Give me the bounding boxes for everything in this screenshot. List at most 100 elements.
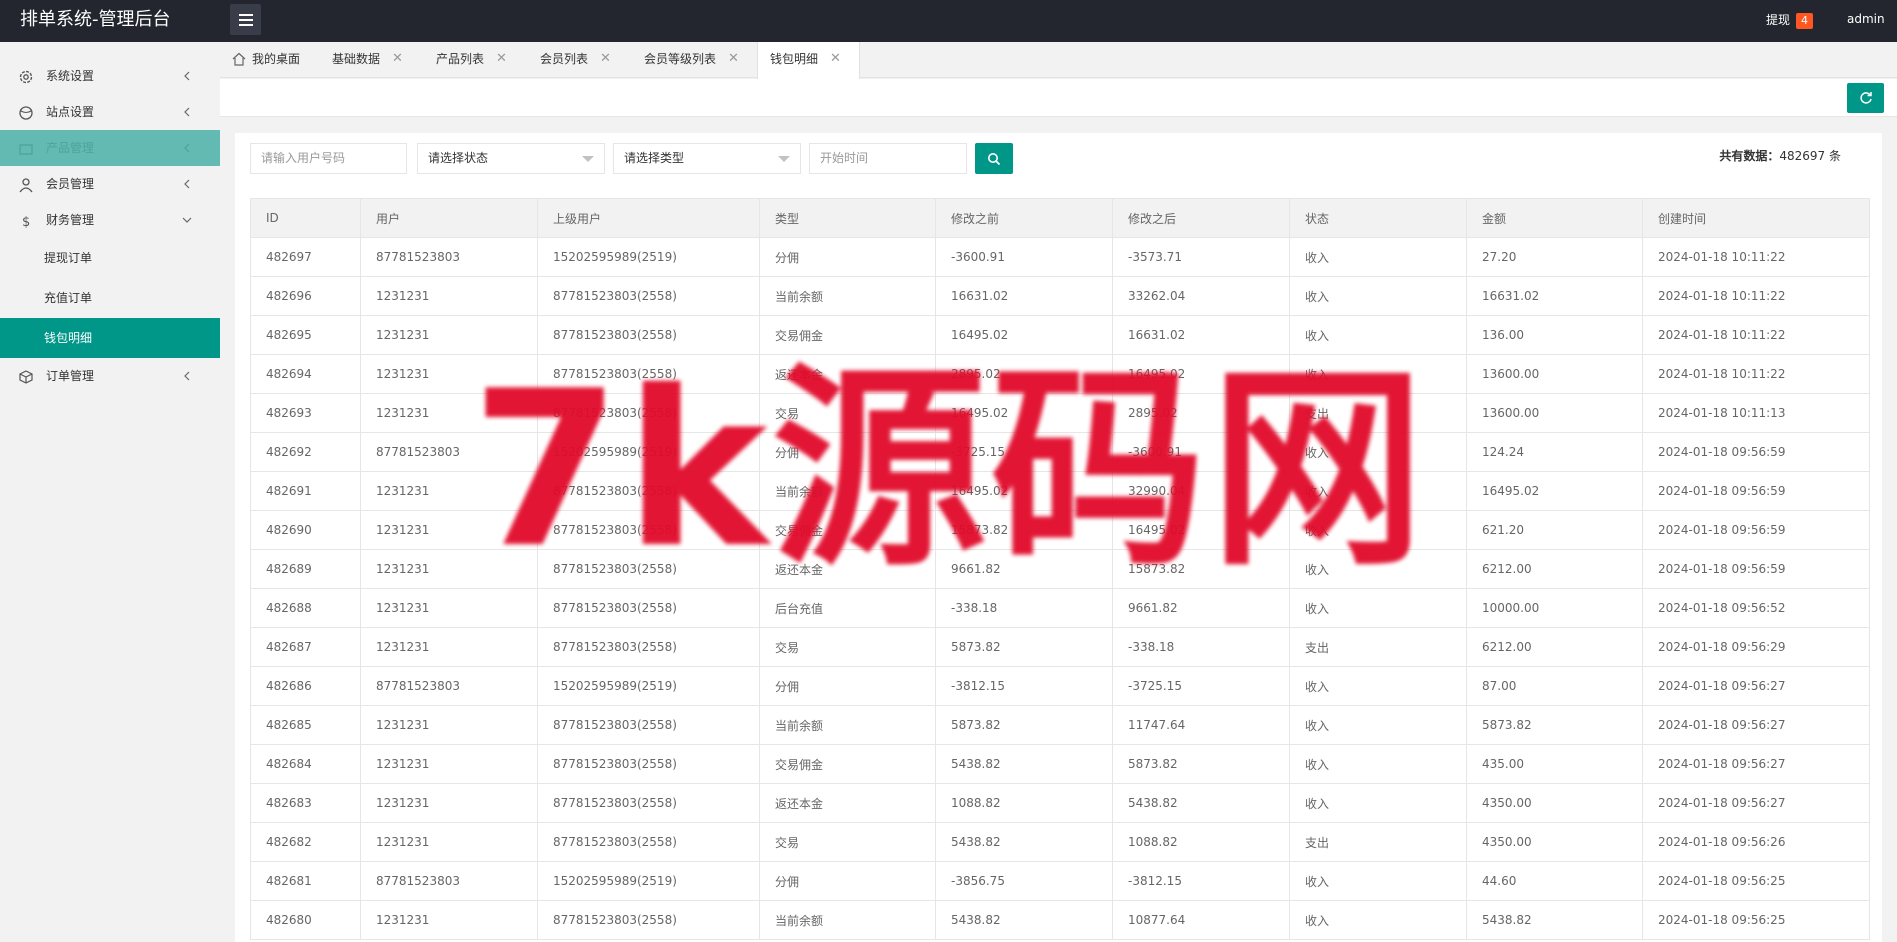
table-row[interactable]: 482682 1231231 87781523803(2558) 交易 5438.82 1… <box>250 822 1870 862</box>
sidebar-subitem-wallet-details[interactable]: 钱包明细 <box>0 318 220 358</box>
table-row[interactable]: 482687 1231231 87781523803(2558) 交易 5873.82-… <box>250 627 1870 667</box>
refresh-icon <box>1859 92 1872 104</box>
table-cell: 87781523803(2558) <box>537 588 760 628</box>
table-cell: 2895.02 <box>935 354 1113 394</box>
table-row[interactable]: 482680 1231231 87781523803(2558) 当前余额 5438.8… <box>250 900 1870 940</box>
column-header: 上级用户 <box>537 198 760 238</box>
table-row[interactable]: 482681 87781523803 15202595989(2519) 分佣 -385… <box>250 861 1870 901</box>
column-header: ID <box>250 198 361 238</box>
table-cell: 4350.00 <box>1466 783 1643 823</box>
tab-basic-data[interactable]: 基础数据 ✕ <box>320 42 424 78</box>
table-cell: 11747.64 <box>1112 705 1290 745</box>
column-header: 修改之后 <box>1112 198 1290 238</box>
close-icon[interactable]: ✕ <box>496 42 507 76</box>
withdraw-notice[interactable]: 提现 4 <box>1766 0 1814 40</box>
chevron-down-icon <box>182 217 192 223</box>
table-cell: 交易 <box>759 393 936 433</box>
table-cell: 87781523803(2558) <box>537 549 760 589</box>
table-row[interactable]: 482691 1231231 87781523803(2558) 当前余额 16495.… <box>250 471 1870 511</box>
table-row[interactable]: 482688 1231231 87781523803(2558) 后台充值 -338.1… <box>250 588 1870 628</box>
close-icon[interactable]: ✕ <box>728 42 739 76</box>
user-menu[interactable]: admin <box>1847 0 1897 60</box>
table-cell: 87781523803(2558) <box>537 510 760 550</box>
table-cell: 1231231 <box>360 744 538 784</box>
table-cell: 1231231 <box>360 900 538 940</box>
sidebar-item-product-management[interactable]: 产品管理 <box>0 130 220 166</box>
caret-down-icon <box>582 156 594 162</box>
column-header: 用户 <box>360 198 538 238</box>
withdraw-count-badge: 4 <box>1796 13 1814 29</box>
table-cell: 482695 <box>250 315 361 355</box>
table-row[interactable]: 482697 87781523803 15202595989(2519) 分佣 -360… <box>250 237 1870 277</box>
tab-member-level-list[interactable]: 会员等级列表 ✕ <box>632 42 760 78</box>
sidebar-item-system-settings[interactable]: 系统设置 <box>0 58 220 94</box>
table-row[interactable]: 482692 87781523803 15202595989(2519) 分佣 -372… <box>250 432 1870 472</box>
table-cell: 收入 <box>1289 510 1467 550</box>
table-cell: 收入 <box>1289 588 1467 628</box>
sidebar-item-site-settings[interactable]: 站点设置 <box>0 94 220 130</box>
table-cell: 2024-01-18 10:11:22 <box>1642 315 1870 355</box>
sidebar-subitem-recharge-orders[interactable]: 充值订单 <box>0 278 220 318</box>
table-row[interactable]: 482690 1231231 87781523803(2558) 交易佣金 15873.… <box>250 510 1870 550</box>
menu-toggle-button[interactable] <box>230 4 261 35</box>
table-cell: 16495.02 <box>1466 471 1643 511</box>
table-cell: 482694 <box>250 354 361 394</box>
tab-product-list[interactable]: 产品列表 ✕ <box>424 42 528 78</box>
table-cell: -3600.91 <box>1112 432 1290 472</box>
table-cell: 1231231 <box>360 588 538 628</box>
table-cell: 16495.02 <box>1112 354 1290 394</box>
type-select[interactable]: 请选择类型 <box>613 143 801 174</box>
table-row[interactable]: 482696 1231231 87781523803(2558) 当前余额 16631.… <box>250 276 1870 316</box>
sidebar-item-finance-management[interactable]: $ 财务管理 <box>0 202 220 238</box>
table-cell: 2024-01-18 09:56:59 <box>1642 471 1870 511</box>
table-cell: 16495.02 <box>935 471 1113 511</box>
user-number-input[interactable]: 请输入用户号码 <box>250 143 407 174</box>
table-row[interactable]: 482693 1231231 87781523803(2558) 交易 16495.02… <box>250 393 1870 433</box>
table-cell: 10000.00 <box>1466 588 1643 628</box>
table-cell: 15873.82 <box>935 510 1113 550</box>
table-cell: 2024-01-18 09:56:26 <box>1642 822 1870 862</box>
table-cell: 5873.82 <box>1466 705 1643 745</box>
table-cell: 1231231 <box>360 393 538 433</box>
sidebar-item-member-management[interactable]: 会员管理 <box>0 166 220 202</box>
table-row[interactable]: 482686 87781523803 15202595989(2519) 分佣 -381… <box>250 666 1870 706</box>
table-cell: 13600.00 <box>1466 393 1643 433</box>
table-cell: 15202595989(2519) <box>537 432 760 472</box>
table-cell: 6212.00 <box>1466 627 1643 667</box>
table-cell: -3573.71 <box>1112 237 1290 277</box>
table-cell: -3725.15 <box>1112 666 1290 706</box>
table-row[interactable]: 482684 1231231 87781523803(2558) 交易佣金 5438.8… <box>250 744 1870 784</box>
table-cell: 收入 <box>1289 237 1467 277</box>
tab-wallet-details[interactable]: 钱包明细 ✕ <box>757 42 860 79</box>
table-cell: 9661.82 <box>1112 588 1290 628</box>
table-cell: 返还本金 <box>759 354 936 394</box>
table-cell: 收入 <box>1289 432 1467 472</box>
sidebar-subitem-withdraw-orders[interactable]: 提现订单 <box>0 238 220 278</box>
table-cell: 16495.02 <box>935 393 1113 433</box>
table-cell: 5873.82 <box>935 705 1113 745</box>
table-row[interactable]: 482689 1231231 87781523803(2558) 返还本金 9661.8… <box>250 549 1870 589</box>
table-cell: 分佣 <box>759 237 936 277</box>
table-cell: 交易 <box>759 627 936 667</box>
table-row[interactable]: 482694 1231231 87781523803(2558) 返还本金 2895.0… <box>250 354 1870 394</box>
sidebar-item-order-management[interactable]: 订单管理 <box>0 358 220 394</box>
close-icon[interactable]: ✕ <box>600 42 611 76</box>
table-cell: -338.18 <box>1112 627 1290 667</box>
table-cell: 收入 <box>1289 315 1467 355</box>
tab-member-list[interactable]: 会员列表 ✕ <box>528 42 632 78</box>
table-row[interactable]: 482695 1231231 87781523803(2558) 交易佣金 16495.… <box>250 315 1870 355</box>
table-cell: 87781523803(2558) <box>537 744 760 784</box>
table-row[interactable]: 482683 1231231 87781523803(2558) 返还本金 1088.8… <box>250 783 1870 823</box>
tab-my-desktop[interactable]: 我的桌面 <box>220 42 318 78</box>
table-cell: 32990.04 <box>1112 471 1290 511</box>
status-select[interactable]: 请选择状态 <box>417 143 605 174</box>
table-cell: 482681 <box>250 861 361 901</box>
start-time-input[interactable]: 开始时间 <box>809 143 967 174</box>
close-icon[interactable]: ✕ <box>392 42 403 76</box>
table-row[interactable]: 482685 1231231 87781523803(2558) 当前余额 5873.8… <box>250 705 1870 745</box>
top-header: 排单系统-管理后台 提现 4 admin <box>0 0 1897 60</box>
search-button[interactable] <box>975 143 1013 174</box>
table-cell: 435.00 <box>1466 744 1643 784</box>
refresh-button[interactable] <box>1847 83 1884 113</box>
close-icon[interactable]: ✕ <box>830 42 841 76</box>
